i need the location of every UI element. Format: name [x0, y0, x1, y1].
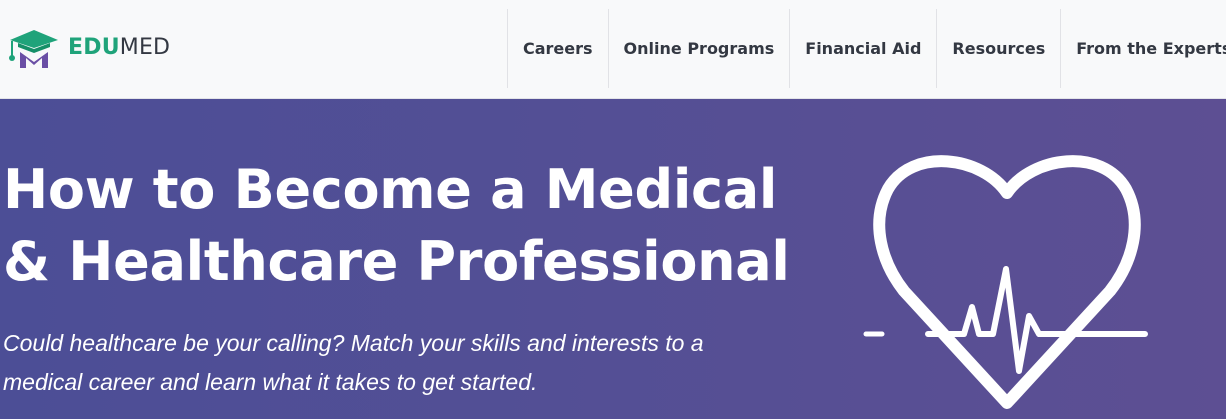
nav-item-financial-aid[interactable]: Financial Aid: [789, 9, 936, 88]
hero-title: How to Become a Medical & Healthcare Pro…: [3, 154, 803, 298]
hero-subtitle-line-1: Could healthcare be your calling? Match …: [3, 330, 704, 356]
nav-item-resources[interactable]: Resources: [936, 9, 1060, 88]
edumed-logo[interactable]: EDUMED: [4, 24, 170, 72]
hero-subtitle: Could healthcare be your calling? Match …: [3, 324, 763, 402]
hero-title-line-1: How to Become a Medical: [3, 158, 778, 221]
brand-name: EDUMED: [68, 37, 170, 59]
brand-name-edu: EDU: [68, 35, 120, 60]
nav-item-careers[interactable]: Careers: [507, 9, 608, 88]
hero-banner: How to Become a Medical & Healthcare Pro…: [0, 99, 1226, 419]
graduation-cap-med-logo-icon: [9, 30, 58, 68]
brand-name-med: MED: [119, 35, 171, 60]
hero-title-line-2: & Healthcare Professional: [3, 230, 790, 293]
nav-item-online-programs[interactable]: Online Programs: [607, 9, 790, 88]
nav-item-from-the-experts[interactable]: From the Experts: [1060, 9, 1226, 88]
main-nav: Careers Online Programs Financial Aid Re…: [507, 9, 1226, 88]
heart-pulse-icon: [863, 155, 1148, 409]
top-navigation-bar: EDUMED Careers Online Programs Financial…: [0, 0, 1226, 99]
hero-subtitle-line-2: medical career and learn what it takes t…: [3, 369, 538, 395]
